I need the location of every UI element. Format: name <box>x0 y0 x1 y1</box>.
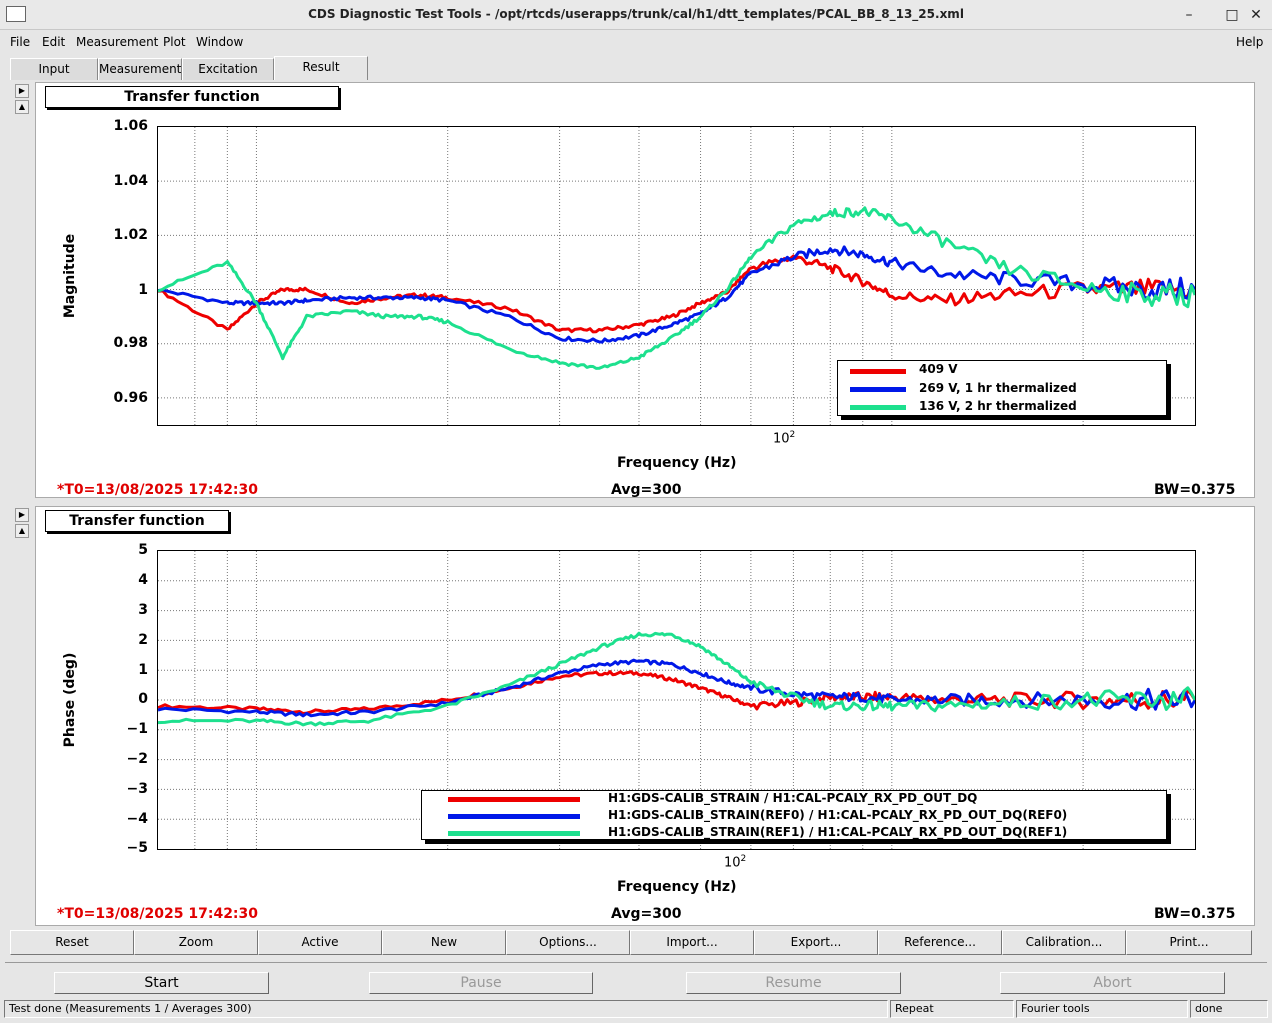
y-tick: 5 <box>138 542 148 558</box>
close-button[interactable]: ✕ <box>1247 6 1265 24</box>
menu-file[interactable]: File <box>10 35 30 49</box>
legend-entry: H1:GDS-CALIB_STRAIN(REF0) / H1:CAL-PCALY… <box>608 808 1068 822</box>
tab-measurement[interactable]: Measurement <box>98 58 182 80</box>
y-tick: −3 <box>126 781 148 797</box>
tab-bar: Input Measurement Excitation Result <box>8 56 1265 80</box>
y-tick: 0.96 <box>113 390 148 406</box>
export-button[interactable]: Export... <box>754 930 878 955</box>
abort-button[interactable]: Abort <box>1000 972 1225 994</box>
separator <box>5 962 1267 963</box>
tab-result[interactable]: Result <box>274 56 368 80</box>
y-tick: −1 <box>126 721 148 737</box>
collapse-up-icon[interactable]: ▲ <box>15 524 29 538</box>
tab-excitation[interactable]: Excitation <box>182 58 274 80</box>
avg-label: Avg=300 <box>611 482 682 498</box>
status-tool: Fourier tools <box>1016 1000 1188 1018</box>
zoom-button[interactable]: Zoom <box>134 930 258 955</box>
y-tick: 1 <box>138 282 148 298</box>
x-axis-label: Frequency (Hz) <box>617 455 737 471</box>
y-tick: 0.98 <box>113 335 148 351</box>
plot-heading-phase[interactable]: Transfer function <box>45 510 229 532</box>
plot-button-row: Reset Zoom Active New Options... Import.… <box>10 930 1254 956</box>
minimize-button[interactable]: – <box>1180 6 1198 24</box>
menu-edit[interactable]: Edit <box>42 35 65 49</box>
x-tick: 102 <box>773 430 796 447</box>
expand-right-icon[interactable]: ▶ <box>15 84 29 98</box>
y-tick: 1.06 <box>113 118 148 134</box>
magnitude-legend: 409 V 269 V, 1 hr thermalized 136 V, 2 h… <box>837 360 1167 416</box>
maximize-button[interactable]: □ <box>1223 6 1241 24</box>
collapse-up-icon[interactable]: ▲ <box>15 100 29 114</box>
print-button[interactable]: Print... <box>1126 930 1252 955</box>
x-axis-label: Frequency (Hz) <box>617 879 737 895</box>
import-button[interactable]: Import... <box>630 930 754 955</box>
status-bar: Test done (Measurements 1 / Averages 300… <box>0 1000 1272 1020</box>
window-title: CDS Diagnostic Test Tools - /opt/rtcds/u… <box>308 7 964 21</box>
legend-entry: H1:GDS-CALIB_STRAIN / H1:CAL-PCALY_RX_PD… <box>608 791 978 805</box>
legend-swatch <box>448 814 580 819</box>
y-tick: −2 <box>126 751 148 767</box>
legend-swatch <box>448 797 580 802</box>
menu-window[interactable]: Window <box>196 35 243 49</box>
legend-entry: 136 V, 2 hr thermalized <box>919 399 1077 413</box>
start-button[interactable]: Start <box>54 972 269 994</box>
legend-entry: 269 V, 1 hr thermalized <box>919 381 1077 395</box>
y-tick: 1.02 <box>113 227 148 243</box>
expand-right-icon[interactable]: ▶ <box>15 508 29 522</box>
reset-button[interactable]: Reset <box>10 930 134 955</box>
menu-plot[interactable]: Plot <box>163 35 186 49</box>
status-state: done <box>1190 1000 1268 1018</box>
bw-label: BW=0.375 <box>1154 482 1236 498</box>
y-tick: 4 <box>138 572 148 588</box>
menu-bar: File Edit Measurement Plot Window Help <box>0 31 1272 53</box>
legend-swatch <box>850 387 906 392</box>
title-bar: CDS Diagnostic Test Tools - /opt/rtcds/u… <box>0 0 1272 30</box>
series-line-1 <box>158 254 1195 334</box>
legend-swatch <box>448 831 580 836</box>
t0-label: *T0=13/08/2025 17:42:30 <box>57 482 259 498</box>
resume-button[interactable]: Resume <box>686 972 901 994</box>
status-message: Test done (Measurements 1 / Averages 300… <box>4 1000 888 1018</box>
y-tick: −5 <box>126 840 148 856</box>
y-tick: 1.04 <box>113 173 148 189</box>
legend-entry: 409 V <box>919 362 958 376</box>
pause-button[interactable]: Pause <box>369 972 593 994</box>
y-tick: 1 <box>138 662 148 678</box>
plot-heading-magnitude[interactable]: Transfer function <box>45 86 339 108</box>
x-tick: 102 <box>724 854 747 871</box>
y-tick: −4 <box>126 811 148 827</box>
y-axis-label: Magnitude <box>62 233 78 319</box>
legend-swatch <box>850 369 906 374</box>
tab-input[interactable]: Input <box>10 58 98 80</box>
options-button[interactable]: Options... <box>506 930 630 955</box>
active-button[interactable]: Active <box>258 930 382 955</box>
menu-measurement[interactable]: Measurement <box>76 35 158 49</box>
y-tick: 0 <box>138 691 148 707</box>
y-tick: 2 <box>138 632 148 648</box>
series-line-2 <box>158 245 1195 344</box>
reference-button[interactable]: Reference... <box>878 930 1002 955</box>
new-button[interactable]: New <box>382 930 506 955</box>
menu-help[interactable]: Help <box>1236 35 1263 49</box>
t0-label: *T0=13/08/2025 17:42:30 <box>57 906 259 922</box>
y-tick: 3 <box>138 602 148 618</box>
bw-label: BW=0.375 <box>1154 906 1236 922</box>
y-axis-label: Phase (deg) <box>62 652 78 748</box>
legend-swatch <box>850 405 906 410</box>
avg-label: Avg=300 <box>611 906 682 922</box>
phase-legend: H1:GDS-CALIB_STRAIN / H1:CAL-PCALY_RX_PD… <box>421 790 1167 840</box>
status-mode: Repeat <box>890 1000 1014 1018</box>
legend-entry: H1:GDS-CALIB_STRAIN(REF1) / H1:CAL-PCALY… <box>608 825 1068 839</box>
calibration-button[interactable]: Calibration... <box>1002 930 1126 955</box>
